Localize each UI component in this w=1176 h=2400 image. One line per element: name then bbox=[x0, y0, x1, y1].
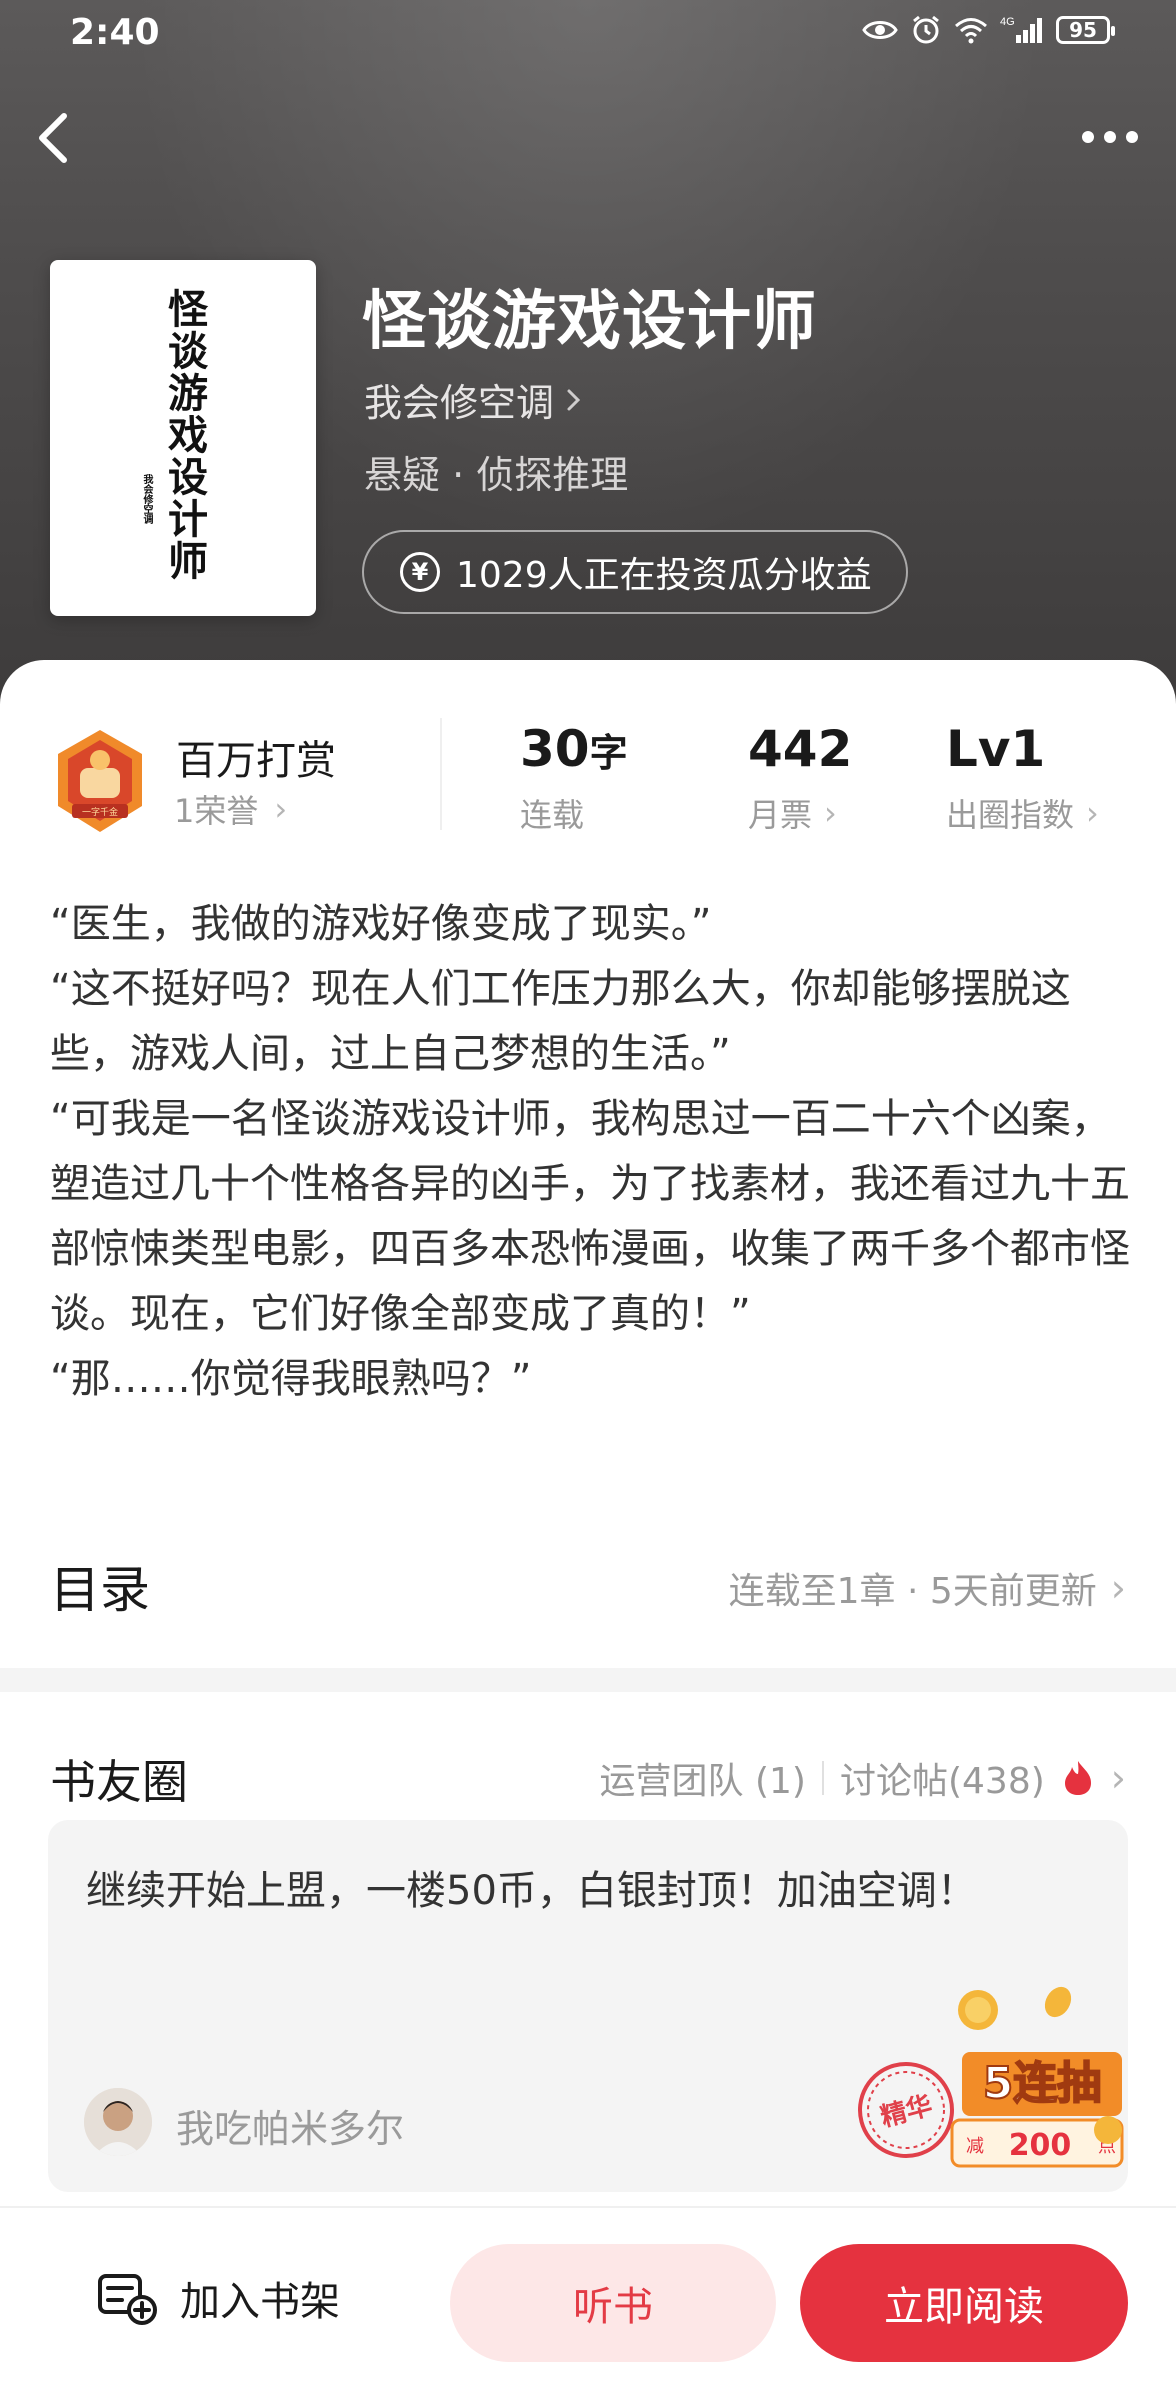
synopsis-paragraph: “那……你觉得我眼熟吗？” bbox=[50, 1356, 532, 1402]
book-author-name: 我会修空调 bbox=[364, 381, 555, 425]
popularity-value: Lv1 bbox=[946, 720, 1046, 778]
more-button[interactable] bbox=[1070, 112, 1150, 162]
eye-icon bbox=[862, 17, 898, 43]
book-circle-header: 书友圈 运营团队 (1) 讨论帖(438) › bbox=[50, 1744, 1126, 1814]
book-cover[interactable]: 怪谈游戏设计师 我会修空调 bbox=[50, 260, 316, 616]
chevron-right-icon: › bbox=[824, 794, 837, 832]
synopsis-paragraph: “医生，我做的游戏好像变成了现实。” bbox=[50, 901, 712, 947]
add-to-shelf-button[interactable]: 加入书架 bbox=[96, 2238, 340, 2358]
flame-icon bbox=[1064, 1761, 1091, 1795]
book-title: 怪谈游戏设计师 bbox=[362, 284, 817, 359]
chevron-right-icon: › bbox=[1110, 1566, 1126, 1610]
poster-name[interactable]: 我吃帕米多尔 bbox=[176, 2098, 404, 2153]
cover-author: 我会修空调 bbox=[141, 474, 152, 524]
book-synopsis[interactable]: “医生，我做的游戏好像变成了现实。” “这不挺好吗？现在人们工作压力那么大，你却… bbox=[50, 892, 1130, 1412]
listen-button[interactable]: 听书 bbox=[450, 2244, 776, 2362]
lottery-promo-badge[interactable]: 5连抽 减 200 点 bbox=[948, 1980, 1128, 2180]
popularity-label: 出圈指数 bbox=[946, 796, 1075, 834]
bottom-action-bar: 加入书架 听书 立即阅读 bbox=[0, 2208, 1176, 2400]
reward-title[interactable]: 百万打赏 bbox=[176, 728, 336, 786]
monthly-ticket-label: 月票 bbox=[748, 796, 813, 834]
operations-team-link[interactable]: 运营团队 (1) bbox=[600, 1752, 806, 1804]
chevron-right-icon: › bbox=[274, 790, 288, 828]
status-icons: 4G 95 bbox=[862, 14, 1115, 46]
stats-row: 一字千金 百万打赏 1荣誉 › 30字 连载 442 月票 › Lv1 出圈指数 › bbox=[0, 710, 1176, 870]
essence-stamp-icon: 精华 bbox=[858, 2062, 954, 2158]
invest-button[interactable]: ¥ 1029人正在投资瓜分收益 bbox=[362, 530, 908, 614]
stamp-text: 精华 bbox=[877, 2090, 935, 2133]
more-dots-icon bbox=[1082, 131, 1138, 143]
synopsis-paragraph: “这不挺好吗？现在人们工作压力那么大，你却能够摆脱这些，游戏人间，过上自己梦想的… bbox=[50, 966, 1071, 1077]
reward-badge-text: 一字千金 bbox=[82, 806, 118, 818]
section-divider bbox=[0, 1668, 1176, 1692]
chevron-right-icon[interactable]: › bbox=[1111, 1756, 1126, 1800]
post-text: 继续开始上盟，一楼50币，白银封顶！加油空调！ bbox=[86, 1868, 977, 1914]
popularity-stat[interactable]: Lv1 出圈指数 › bbox=[946, 720, 1099, 836]
reward-honor-text: 1荣誉 bbox=[174, 792, 259, 830]
invest-text: 1029人正在投资瓜分收益 bbox=[456, 555, 872, 596]
yen-coin-icon: ¥ bbox=[400, 552, 440, 592]
word-count-unit: 字 bbox=[589, 731, 628, 775]
reward-badge-icon[interactable]: 一字千金 bbox=[50, 726, 150, 836]
status-time: 2:40 bbox=[70, 12, 160, 53]
cover-title: 怪谈游戏设计师 bbox=[161, 288, 208, 582]
reward-honor-link[interactable]: 1荣誉 › bbox=[174, 786, 287, 832]
monthly-ticket-stat[interactable]: 442 月票 › bbox=[748, 720, 852, 836]
read-now-button[interactable]: 立即阅读 bbox=[800, 2244, 1128, 2362]
back-button[interactable] bbox=[26, 104, 86, 172]
add-to-shelf-icon bbox=[98, 2274, 157, 2325]
network-type-text: 4G bbox=[1000, 16, 1015, 28]
toc-update-text: 连载至1章 · 5天前更新 bbox=[728, 1571, 1097, 1612]
promo-reduce: 减 bbox=[966, 2136, 984, 2157]
chevron-right-icon: › bbox=[1086, 794, 1099, 832]
wifi-icon bbox=[954, 16, 988, 44]
monthly-ticket-value: 442 bbox=[748, 720, 853, 778]
word-count-stat: 30字 连载 bbox=[520, 720, 628, 836]
toc-meta: 连载至1章 · 5天前更新 › bbox=[729, 1562, 1126, 1614]
battery-level: 95 bbox=[1069, 18, 1097, 42]
discussion-posts-link[interactable]: 讨论帖(438) bbox=[840, 1752, 1045, 1804]
status-bar: 2:40 4G 95 bbox=[0, 0, 1176, 72]
word-count-label: 连载 bbox=[520, 796, 585, 834]
table-of-contents-row[interactable]: 目录 连载至1章 · 5天前更新 › bbox=[50, 1544, 1126, 1624]
pinned-post-card[interactable]: 继续开始上盟，一楼50币，白银封顶！加油空调！ 我吃帕米多尔 精华 5连抽 减 … bbox=[48, 1820, 1128, 2192]
battery-icon: 95 bbox=[1056, 16, 1115, 44]
promo-amount: 200 bbox=[1009, 2128, 1072, 2163]
stats-divider bbox=[440, 718, 442, 830]
synopsis-paragraph: “可我是一名怪谈游戏设计师，我构思过一百二十六个凶案，塑造过几十个性格各异的凶手… bbox=[50, 1096, 1130, 1337]
promo-title: 5连抽 bbox=[983, 2058, 1102, 2109]
book-circle-title: 书友圈 bbox=[50, 1755, 188, 1809]
meta-divider bbox=[821, 1761, 824, 1795]
chevron-right-icon bbox=[567, 389, 581, 410]
word-count-value: 30 bbox=[520, 720, 590, 778]
avatar[interactable] bbox=[84, 2088, 152, 2156]
book-tags[interactable]: 悬疑 · 侦探推理 bbox=[364, 444, 628, 499]
chevron-left-icon bbox=[39, 113, 67, 163]
book-circle-meta: 运营团队 (1) 讨论帖(438) › bbox=[600, 1752, 1126, 1804]
toc-title: 目录 bbox=[50, 1561, 150, 1619]
book-author-link[interactable]: 我会修空调 bbox=[364, 372, 584, 427]
signal-icon: 4G bbox=[1000, 15, 1044, 45]
add-to-shelf-label: 加入书架 bbox=[180, 2279, 340, 2325]
alarm-icon bbox=[910, 14, 942, 46]
